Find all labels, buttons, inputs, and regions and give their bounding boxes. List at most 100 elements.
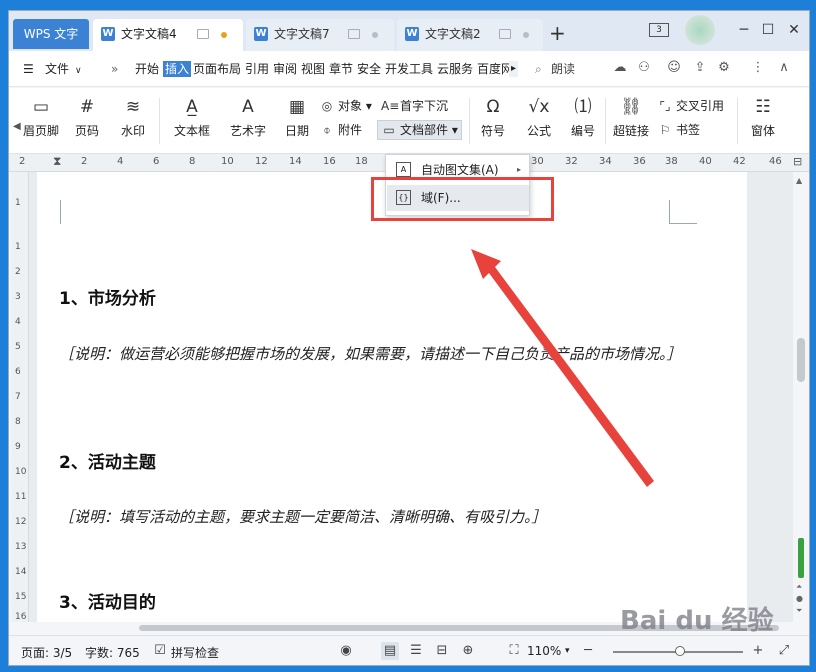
symbol-button[interactable]: Ω 符号 bbox=[473, 96, 513, 139]
outline-view-icon[interactable]: ☰ bbox=[407, 642, 425, 660]
menu-item-page-layout[interactable]: 页面布局 bbox=[193, 61, 241, 77]
wps-home-tab[interactable]: WPS 文字 bbox=[13, 19, 89, 49]
watermark-button[interactable]: ≋ 水印 bbox=[113, 96, 153, 139]
annotation-highlight-box bbox=[371, 177, 554, 221]
menu-item-cloud[interactable]: 云服务 bbox=[437, 61, 473, 77]
arrow-shape bbox=[471, 249, 654, 487]
doc-parts-button[interactable]: ▭ 文档部件 ▾ bbox=[377, 120, 462, 140]
select-browse-object-icon[interactable]: ● bbox=[796, 594, 803, 603]
attachment-button[interactable]: ⌽ 附件 bbox=[319, 122, 362, 138]
indent-marker-icon[interactable]: ⧗ bbox=[53, 154, 61, 169]
file-menu[interactable]: 文件 bbox=[45, 61, 69, 77]
comment-icon[interactable]: ☺ bbox=[665, 59, 683, 77]
scroll-down-page-icon[interactable]: ⏷ bbox=[796, 606, 802, 616]
menu-scroll-right-icon[interactable]: ▸ bbox=[509, 61, 519, 77]
close-dot-icon[interactable] bbox=[523, 32, 529, 38]
menu-item-developer[interactable]: 开发工具 bbox=[385, 61, 433, 77]
document-area[interactable]: 1、市场分析 ［说明：做运营必须能够把握市场的发展，如果需要，请描述一下自己负责… bbox=[29, 172, 793, 622]
zoom-in-icon[interactable]: + bbox=[749, 642, 767, 660]
zoom-level[interactable]: 110% bbox=[527, 644, 561, 658]
menu-item-chapter[interactable]: 章节 bbox=[329, 61, 353, 77]
drop-cap-label: 首字下沉 bbox=[400, 99, 449, 113]
search-icon[interactable]: ⌕ bbox=[535, 61, 542, 77]
page-number-button[interactable]: # 页码 bbox=[67, 96, 107, 139]
symbol-label: 符号 bbox=[480, 124, 505, 138]
minimize-icon[interactable]: ─ bbox=[733, 19, 755, 41]
ruler-number: 7 bbox=[15, 392, 21, 402]
read-aloud-button[interactable]: 朗读 bbox=[551, 61, 575, 77]
textbox-button[interactable]: A̲ 文本框 bbox=[167, 96, 217, 139]
scroll-up-icon[interactable]: ▲ bbox=[796, 176, 802, 185]
date-button[interactable]: ▦ 日期 bbox=[277, 96, 317, 139]
collapse-ribbon-icon[interactable]: ∧ bbox=[775, 59, 793, 77]
vertical-scrollbar[interactable]: ▲ ⏶ ● ⏷ bbox=[793, 172, 809, 622]
header-footer-button[interactable]: ▭ 眉页脚 bbox=[21, 96, 61, 139]
menu-item-review[interactable]: 审阅 bbox=[273, 61, 297, 77]
menu-item-insert[interactable]: 插入 bbox=[163, 61, 192, 77]
expand-menu-icon[interactable]: » bbox=[111, 61, 118, 77]
numbering-button[interactable]: ⑴ 编号 bbox=[563, 96, 603, 139]
tab-doc4[interactable]: W 文字文稿4 bbox=[93, 19, 243, 51]
ruler-number: 16 bbox=[15, 612, 27, 622]
tab-doc2[interactable]: W 文字文稿2 bbox=[397, 19, 543, 51]
margin-corner bbox=[669, 200, 697, 224]
formula-icon: √x bbox=[528, 97, 550, 117]
chevron-down-icon[interactable]: ∨ bbox=[75, 63, 82, 79]
avatar[interactable] bbox=[685, 15, 715, 45]
page-indicator[interactable]: 页面: 3/5 bbox=[21, 644, 72, 661]
ruler-toggle-icon[interactable]: ⊟ bbox=[793, 155, 802, 168]
menu-item-view[interactable]: 视图 bbox=[301, 61, 325, 77]
tab-doc7[interactable]: W 文字文稿7 bbox=[246, 19, 394, 51]
formula-button[interactable]: √x 公式 bbox=[519, 96, 559, 139]
ruler-number: 11 bbox=[15, 492, 27, 502]
checkbox-icon[interactable]: ☑ bbox=[151, 642, 169, 660]
hyperlink-button[interactable]: ⛓ 超链接 bbox=[609, 96, 653, 139]
fit-page-icon[interactable]: ⛶ bbox=[505, 642, 523, 660]
menu-item-start[interactable]: 开始 bbox=[135, 61, 159, 77]
ruler-number: 8 bbox=[189, 156, 196, 167]
eye-protection-icon[interactable]: ◉ bbox=[337, 642, 355, 660]
scroll-up-page-icon[interactable]: ⏶ bbox=[796, 582, 802, 592]
window-count-icon[interactable]: 3 bbox=[649, 23, 669, 37]
ruler-number: 14 bbox=[15, 567, 27, 577]
zoom-out-icon[interactable]: ─ bbox=[579, 642, 597, 660]
zoom-slider-knob[interactable] bbox=[675, 646, 685, 656]
word-count[interactable]: 字数: 765 bbox=[85, 644, 140, 661]
ribbon-scroll-left-icon[interactable]: ◀ bbox=[13, 121, 21, 132]
page-view-icon[interactable]: ▤ bbox=[381, 642, 399, 660]
close-dot-icon[interactable] bbox=[372, 32, 378, 38]
wordart-icon: A bbox=[242, 97, 254, 117]
new-tab-button[interactable]: + bbox=[549, 23, 566, 43]
ruler-number: 16 bbox=[323, 156, 336, 167]
cloud-sync-icon[interactable]: ☁ bbox=[611, 59, 629, 77]
ruler-number: 6 bbox=[153, 156, 160, 167]
menu-item-reference[interactable]: 引用 bbox=[245, 61, 269, 77]
drop-cap-button[interactable]: A≡首字下沉 bbox=[381, 98, 448, 114]
more-icon[interactable]: ⋮ bbox=[749, 59, 767, 77]
ruler-number: 13 bbox=[15, 542, 27, 552]
ruler-number: 38 bbox=[665, 156, 678, 167]
web-view-icon[interactable]: ⊕ bbox=[459, 642, 477, 660]
add-user-icon[interactable]: ⚇ bbox=[635, 59, 653, 77]
object-button[interactable]: ◎ 对象 ▾ bbox=[319, 98, 372, 114]
hamburger-icon[interactable]: ☰ bbox=[23, 61, 34, 77]
wps-writer-icon: W bbox=[405, 27, 419, 41]
menu-item-security[interactable]: 安全 bbox=[357, 61, 381, 77]
bookmark-icon: ⚐ bbox=[659, 123, 671, 137]
wordart-button[interactable]: A 艺术字 bbox=[223, 96, 273, 139]
spellcheck-button[interactable]: 拼写检查 bbox=[171, 644, 219, 661]
form-button[interactable]: ☷ 窗体 bbox=[743, 96, 783, 139]
reading-view-icon[interactable]: ⊟ bbox=[433, 642, 451, 660]
zoom-dropdown-icon[interactable]: ▾ bbox=[565, 646, 570, 656]
maximize-icon[interactable]: ☐ bbox=[757, 19, 779, 41]
scrollbar-thumb[interactable] bbox=[797, 338, 805, 382]
cross-reference-button[interactable]: ⌜⌟ 交叉引用 bbox=[657, 98, 724, 114]
share-icon[interactable]: ⇪ bbox=[691, 59, 709, 77]
ribbon-toolbar: ▭ 眉页脚 # 页码 ≋ 水印 A̲ 文本框 A 艺术字 ▦ 日期 ◎ 对象 ▾ … bbox=[9, 88, 809, 154]
fullscreen-icon[interactable]: ⤢ bbox=[775, 642, 793, 660]
wps-window: WPS 文字 W 文字文稿4 W 文字文稿7 W 文字文稿2 + 3 ─ ☐ ✕… bbox=[8, 10, 810, 666]
close-icon[interactable]: ✕ bbox=[783, 19, 805, 41]
settings-icon[interactable]: ⚙ bbox=[715, 59, 733, 77]
doc-parts-icon: ▭ bbox=[383, 123, 395, 137]
bookmark-button[interactable]: ⚐ 书签 bbox=[657, 122, 700, 138]
